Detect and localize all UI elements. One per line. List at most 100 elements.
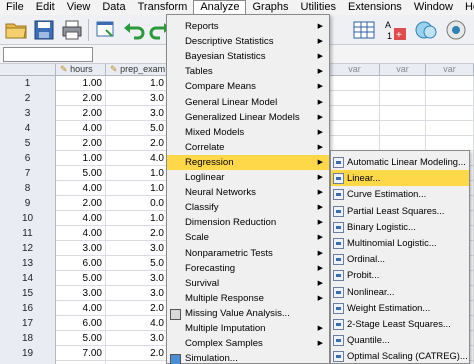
cell-prep-exam[interactable]: 2.0 — [106, 301, 168, 316]
analyze-item-dimension-reduction[interactable]: Dimension Reduction ▶ — [167, 215, 329, 230]
cell-prep-exam[interactable]: 3.0 — [106, 106, 168, 121]
cell-prep-exam[interactable]: 2.0 — [106, 136, 168, 151]
row-number[interactable]: 18 — [0, 331, 56, 346]
cell-hours[interactable]: 1.00 — [56, 76, 106, 91]
menu-utilities[interactable]: Utilities — [295, 0, 342, 15]
column-header-var[interactable]: var — [426, 64, 474, 76]
menu-window[interactable]: Window — [408, 0, 459, 15]
menu-analyze[interactable]: Analyze — [193, 0, 247, 15]
empty-cell[interactable] — [330, 121, 380, 136]
regression-item-automatic-linear-modeling[interactable]: Automatic Linear Modeling... — [331, 154, 469, 170]
cell-hours[interactable]: 4.00 — [56, 211, 106, 226]
empty-cell[interactable] — [426, 106, 474, 121]
empty-cell[interactable] — [330, 91, 380, 106]
save-icon[interactable] — [32, 18, 56, 42]
cell-hours[interactable]: 1.00 — [56, 151, 106, 166]
empty-cell[interactable] — [426, 136, 474, 151]
analyze-item-neural-networks[interactable]: Neural Networks ▶ — [167, 185, 329, 200]
cell-hours[interactable]: 3.00 — [56, 286, 106, 301]
column-header-var[interactable]: var — [380, 64, 426, 76]
empty-cell[interactable] — [380, 106, 426, 121]
cell-hours[interactable]: 4.00 — [56, 226, 106, 241]
column-header-hours[interactable]: ✎ hours — [56, 64, 106, 76]
empty-cell[interactable] — [380, 121, 426, 136]
analyze-item-survival[interactable]: Survival ▶ — [167, 276, 329, 291]
row-number[interactable]: 5 — [0, 136, 56, 151]
row-number[interactable]: 10 — [0, 211, 56, 226]
cell-hours[interactable]: 2.00 — [56, 91, 106, 106]
row-number[interactable]: 8 — [0, 181, 56, 196]
analyze-item-bayesian-statistics[interactable]: Bayesian Statistics ▶ — [167, 49, 329, 64]
row-number[interactable]: 7 — [0, 166, 56, 181]
regression-item-quantile[interactable]: Quantile... — [331, 332, 469, 348]
cell-prep-exam[interactable]: 1.0 — [106, 211, 168, 226]
cell-hours[interactable]: 6.00 — [56, 316, 106, 331]
analyze-item-multiple-imputation[interactable]: Multiple Imputation ▶ — [167, 321, 329, 336]
regression-item-linear[interactable]: Linear... — [331, 170, 469, 187]
menu-edit[interactable]: Edit — [30, 0, 61, 15]
cell-prep-exam[interactable]: 5.0 — [106, 121, 168, 136]
analyze-item-simulation[interactable]: Simulation... — [167, 351, 329, 364]
row-number[interactable]: 13 — [0, 256, 56, 271]
regression-item-ordinal[interactable]: Ordinal... — [331, 251, 469, 267]
regression-item-nonlinear[interactable]: Nonlinear... — [331, 284, 469, 300]
menu-transform[interactable]: Transform — [132, 0, 194, 15]
cell-hours[interactable]: 3.00 — [56, 241, 106, 256]
analyze-item-correlate[interactable]: Correlate ▶ — [167, 140, 329, 155]
row-number[interactable]: 2 — [0, 91, 56, 106]
empty-cell[interactable] — [426, 121, 474, 136]
cell-hours[interactable]: 4.00 — [56, 121, 106, 136]
analyze-item-loglinear[interactable]: Loglinear ▶ — [167, 170, 329, 185]
cell-hours[interactable]: 2.00 — [56, 196, 106, 211]
column-header-var[interactable]: var — [330, 64, 380, 76]
column-header-prep-exam[interactable]: ✎ prep_exam — [106, 64, 168, 76]
regression-item-optimal-scaling-catreg[interactable]: Optimal Scaling (CATREG)... — [331, 348, 469, 364]
cell-reference-input[interactable] — [3, 47, 93, 62]
cell-prep-exam[interactable]: 3.0 — [106, 271, 168, 286]
recall-dialog-icon[interactable] — [94, 18, 118, 42]
show-all-variables-icon[interactable] — [414, 18, 438, 42]
analyze-item-tables[interactable]: Tables ▶ — [167, 64, 329, 79]
analyze-item-mixed-models[interactable]: Mixed Models ▶ — [167, 125, 329, 140]
row-number[interactable]: 15 — [0, 286, 56, 301]
empty-cell[interactable] — [330, 76, 380, 91]
row-number[interactable]: 17 — [0, 316, 56, 331]
cell-prep-exam[interactable]: 0.0 — [106, 196, 168, 211]
cell-hours[interactable]: 5.00 — [56, 166, 106, 181]
print-icon[interactable] — [60, 18, 84, 42]
analyze-item-nonparametric-tests[interactable]: Nonparametric Tests ▶ — [167, 246, 329, 261]
cell-prep-exam[interactable]: 3.0 — [106, 286, 168, 301]
undo-icon[interactable] — [122, 18, 146, 42]
use-variable-sets-icon[interactable]: A + 1 — [384, 18, 408, 42]
row-number[interactable]: 1 — [0, 76, 56, 91]
cell-hours[interactable]: 4.00 — [56, 301, 106, 316]
row-number[interactable]: 11 — [0, 226, 56, 241]
row-number[interactable]: 19 — [0, 346, 56, 361]
regression-item-probit[interactable]: Probit... — [331, 267, 469, 283]
spelling-icon[interactable] — [444, 18, 468, 42]
cell-hours[interactable]: 5.00 — [56, 271, 106, 286]
analyze-item-multiple-response[interactable]: Multiple Response ▶ — [167, 291, 329, 306]
analyze-item-complex-samples[interactable]: Complex Samples ▶ — [167, 336, 329, 351]
analyze-item-generalized-linear-models[interactable]: Generalized Linear Models ▶ — [167, 110, 329, 125]
regression-item-weight-estimation[interactable]: Weight Estimation... — [331, 300, 469, 316]
cell-hours[interactable]: 6.00 — [56, 256, 106, 271]
row-number[interactable]: 16 — [0, 301, 56, 316]
menu-data[interactable]: Data — [96, 0, 131, 15]
cell-prep-exam[interactable]: 3.0 — [106, 241, 168, 256]
cell-hours[interactable]: 5.00 — [56, 331, 106, 346]
regression-item-partial-least-squares[interactable]: Partial Least Squares... — [331, 203, 469, 219]
cell-prep-exam[interactable]: 3.0 — [106, 91, 168, 106]
empty-cell[interactable] — [426, 91, 474, 106]
open-folder-icon[interactable] — [4, 18, 28, 42]
cell-prep-exam[interactable]: 4.0 — [106, 316, 168, 331]
analyze-item-reports[interactable]: Reports ▶ — [167, 19, 329, 34]
cell-hours[interactable]: 7.00 — [56, 346, 106, 361]
row-number[interactable]: 12 — [0, 241, 56, 256]
cell-prep-exam[interactable]: 2.0 — [106, 346, 168, 361]
analyze-item-classify[interactable]: Classify ▶ — [167, 200, 329, 215]
analyze-item-forecasting[interactable]: Forecasting ▶ — [167, 261, 329, 276]
menu-extensions[interactable]: Extensions — [342, 0, 408, 15]
cell-prep-exam[interactable]: 4.0 — [106, 151, 168, 166]
analyze-item-scale[interactable]: Scale ▶ — [167, 230, 329, 245]
